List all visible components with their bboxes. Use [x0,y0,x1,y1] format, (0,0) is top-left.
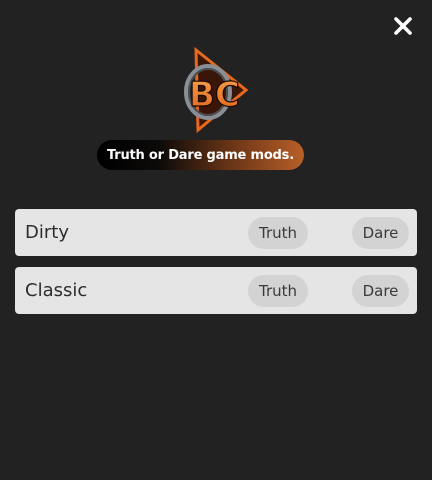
mode-row-classic: Classic Truth Dare [15,267,417,314]
truth-button[interactable]: Truth [248,275,308,307]
dare-button[interactable]: Dare [352,217,409,249]
truth-button[interactable]: Truth [248,217,308,249]
mode-name: Classic [25,280,88,301]
close-button[interactable] [392,15,414,37]
mode-list: Dirty Truth Dare Classic Truth Dare [15,209,417,325]
mode-row-dirty: Dirty Truth Dare [15,209,417,256]
close-icon [394,17,412,35]
svg-text:BC: BC [189,75,240,115]
tagline: Truth or Dare game mods. [97,140,304,170]
mode-name: Dirty [25,222,69,243]
dare-button[interactable]: Dare [352,275,409,307]
bc-logo-icon: BC [180,46,252,134]
